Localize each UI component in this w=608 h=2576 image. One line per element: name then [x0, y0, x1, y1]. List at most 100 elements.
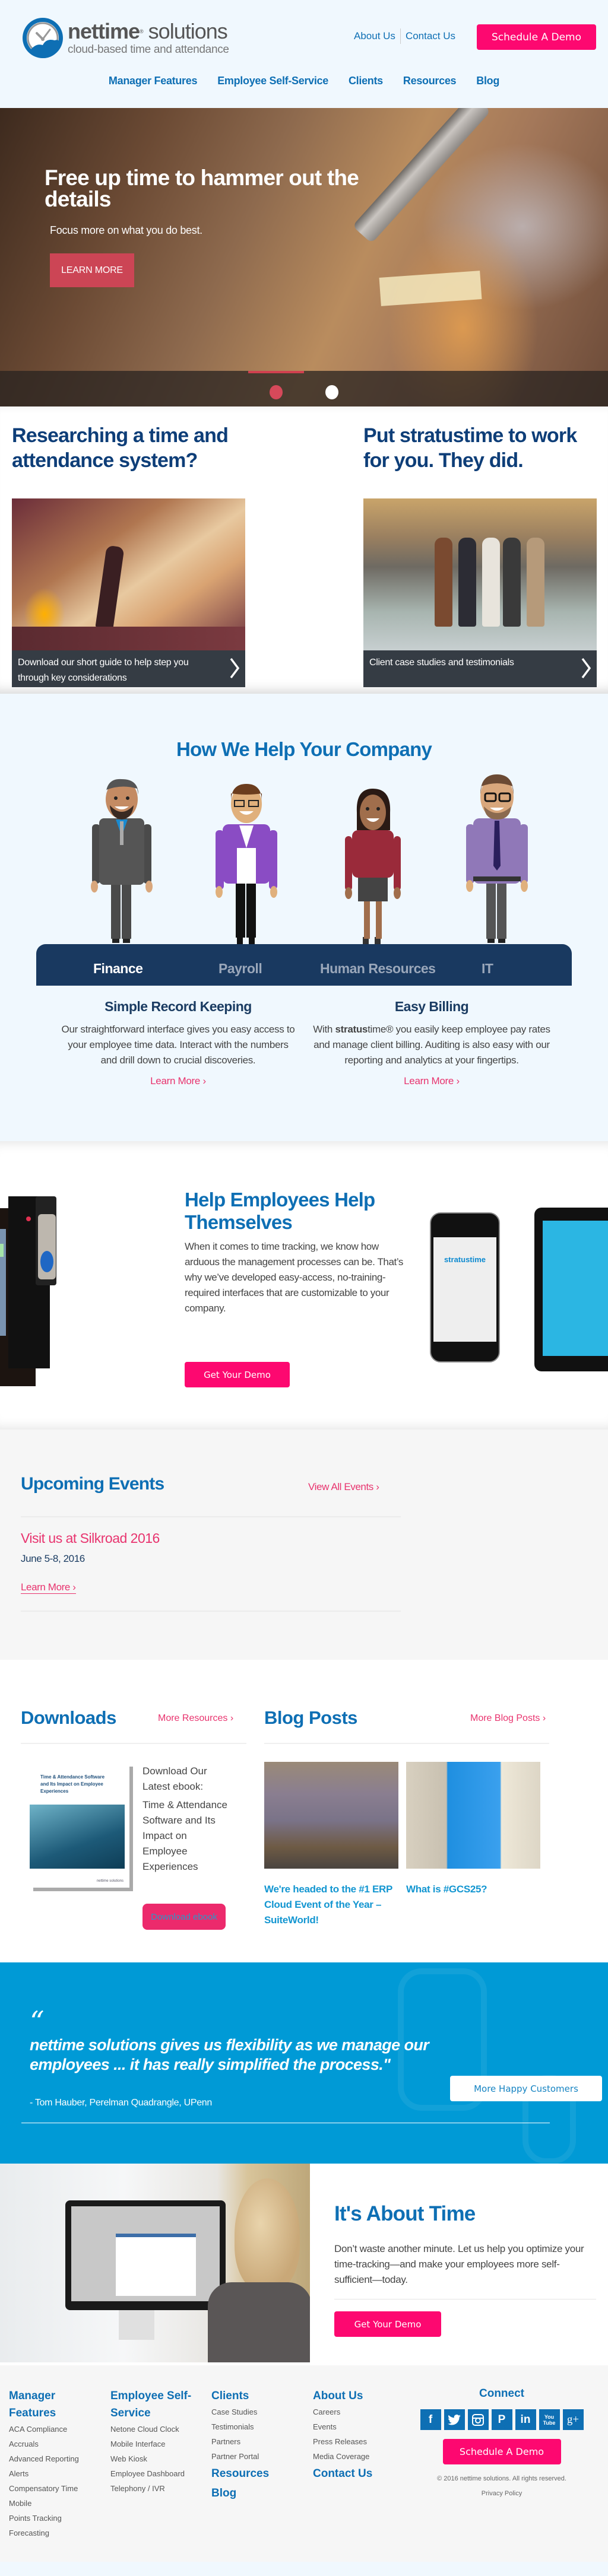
divider: [400, 28, 401, 44]
pinterest-icon[interactable]: P: [491, 2409, 512, 2430]
tab-content: Simple Record Keeping Our straightforwar…: [0, 986, 608, 1141]
footer-heading-resources[interactable]: Resources: [211, 2465, 300, 2482]
blog-post-title: We're headed to the #1 ERP Cloud Event o…: [264, 1883, 392, 1926]
footer-link[interactable]: Web Kiosk: [110, 2451, 200, 2466]
footer-link[interactable]: Advanced Reporting: [9, 2451, 98, 2466]
twitter-icon[interactable]: [444, 2409, 465, 2430]
slide-progress-bar: [248, 371, 304, 373]
hero-title: Free up time to hammer out the details: [45, 166, 359, 211]
download-ebook-button[interactable]: Download ebook: [142, 1904, 226, 1930]
blog-post-card[interactable]: We're headed to the #1 ERP Cloud Event o…: [264, 1762, 398, 1928]
footer-link[interactable]: Press Releases: [313, 2434, 402, 2449]
learn-more-button[interactable]: LEARN MORE: [50, 253, 134, 287]
get-demo-button[interactable]: Get Your Demo: [185, 1362, 290, 1387]
case-studies-caption: Client case studies and testimonials: [363, 650, 597, 687]
footer-link[interactable]: Mobile: [9, 2496, 98, 2511]
more-happy-customers-button[interactable]: More Happy Customers: [450, 2076, 602, 2101]
learn-more-link[interactable]: Learn More ›: [404, 1075, 460, 1087]
tablet-kiosk-image: [534, 1208, 608, 1371]
footer-link[interactable]: Testimonials: [211, 2419, 300, 2434]
it-person-illustration: [466, 774, 528, 943]
guide-download-card[interactable]: Download our short guide to help step yo…: [12, 498, 245, 687]
ebook-cover-image[interactable]: Time & Attendance Software and Its Impac…: [30, 1763, 129, 1888]
nav-resources[interactable]: Resources: [403, 75, 457, 87]
footer-link[interactable]: Case Studies: [211, 2405, 300, 2419]
hr-person-illustration: [345, 789, 401, 945]
linkedin-icon[interactable]: in: [515, 2409, 536, 2430]
utility-links: About Us Contact Us: [354, 28, 455, 44]
footer-heading-contact-us[interactable]: Contact Us: [313, 2465, 402, 2482]
footer-link[interactable]: Careers: [313, 2405, 402, 2419]
employee-self-service-section: Help Employees Help Themselves When it c…: [0, 1141, 608, 1430]
nav-employee-self-service[interactable]: Employee Self-Service: [217, 75, 328, 87]
view-all-events-link[interactable]: View All Events ›: [308, 1481, 379, 1493]
schedule-demo-button[interactable]: Schedule A Demo: [477, 24, 596, 50]
footer-link[interactable]: Forecasting: [9, 2526, 98, 2540]
downloads-title: Downloads: [21, 1707, 116, 1728]
google-plus-icon[interactable]: g+: [562, 2409, 584, 2430]
man-walking-image: [12, 498, 245, 650]
facebook-icon[interactable]: f: [420, 2409, 441, 2430]
blog-title: Blog Posts: [264, 1707, 357, 1728]
privacy-policy-link[interactable]: Privacy Policy: [416, 2490, 588, 2497]
footer-link[interactable]: Compensatory Time: [9, 2481, 98, 2496]
footer-link[interactable]: Media Coverage: [313, 2449, 402, 2464]
footer-link[interactable]: Employee Dashboard: [110, 2466, 200, 2481]
more-resources-link[interactable]: More Resources ›: [158, 1713, 233, 1724]
footer-heading[interactable]: Employee Self-Service: [110, 2387, 200, 2422]
blog-post-card[interactable]: What is #GCS25?: [406, 1762, 540, 1897]
tab-human-resources[interactable]: Human Resources: [320, 961, 436, 977]
footer-heading[interactable]: Manager Features: [9, 2387, 98, 2422]
feature-easy-billing: Easy Billing With stratustime® you easil…: [313, 999, 550, 1087]
tab-it[interactable]: IT: [482, 961, 493, 977]
carousel-dot-1[interactable]: [270, 385, 283, 399]
footer-col-about-us: About Us Careers Events Press Releases M…: [313, 2387, 402, 2482]
tab-finance[interactable]: Finance: [93, 961, 143, 977]
woman-at-computer-image: [0, 2164, 310, 2362]
connect-block: Connect f P in You Tube g+ Schedule A Dem…: [416, 2387, 588, 2497]
events-title: Upcoming Events: [21, 1474, 164, 1494]
nav-blog[interactable]: Blog: [476, 75, 499, 87]
testimonial-author: - Tom Hauber, Perelman Quadrangle, UPenn: [30, 2098, 212, 2108]
footer-link[interactable]: ACA Compliance: [9, 2422, 98, 2437]
guide-caption: Download our short guide to help step yo…: [12, 650, 245, 687]
about-us-link[interactable]: About Us: [354, 30, 395, 42]
feature-simple-record-keeping: Simple Record Keeping Our straightforwar…: [59, 999, 297, 1087]
footer-heading[interactable]: About Us: [313, 2387, 402, 2405]
footer-link[interactable]: Netone Cloud Clock: [110, 2422, 200, 2437]
building-statue-image: [406, 1762, 540, 1869]
nav-manager-features[interactable]: Manager Features: [109, 75, 198, 87]
ebook-cover-logo: nettime solutions: [96, 1879, 124, 1883]
learn-more-link[interactable]: Learn More ›: [150, 1075, 206, 1087]
get-demo-button[interactable]: Get Your Demo: [334, 2311, 441, 2337]
instagram-icon[interactable]: [467, 2409, 489, 2430]
footer-link[interactable]: Partners: [211, 2434, 300, 2449]
tab-payroll[interactable]: Payroll: [218, 961, 262, 977]
people-walking-image: [363, 498, 597, 650]
carousel-dot-2[interactable]: [325, 385, 338, 399]
ebook-cover-photo: [30, 1805, 125, 1869]
footer-link[interactable]: Telephony / IVR: [110, 2481, 200, 2496]
footer-link[interactable]: Partner Portal: [211, 2449, 300, 2464]
footer-link[interactable]: Mobile Interface: [110, 2437, 200, 2451]
footer-heading-blog[interactable]: Blog: [211, 2485, 300, 2502]
footer-heading[interactable]: Clients: [211, 2387, 300, 2405]
footer-link[interactable]: Alerts: [9, 2466, 98, 2481]
schedule-demo-button[interactable]: Schedule A Demo: [442, 2439, 561, 2464]
logo-link[interactable]: nettime® solutions cloud-based time and …: [21, 17, 229, 59]
footer-link[interactable]: Accruals: [9, 2437, 98, 2451]
more-blog-posts-link[interactable]: More Blog Posts ›: [470, 1713, 546, 1724]
testimonial-quote: nettime solutions gives us flexibility a…: [30, 2036, 429, 2073]
event-learn-more-link[interactable]: Learn More ›: [21, 1581, 76, 1594]
footer-link[interactable]: Points Tracking: [9, 2511, 98, 2526]
hero-subtitle: Focus more on what you do best.: [50, 224, 202, 236]
case-studies-card[interactable]: Client case studies and testimonials: [363, 498, 597, 687]
event-title-link[interactable]: Visit us at Silkroad 2016: [21, 1530, 160, 1546]
nav-clients[interactable]: Clients: [349, 75, 383, 87]
footer-col-employee-self-service: Employee Self-Service Netone Cloud Clock…: [110, 2387, 200, 2496]
footer-link[interactable]: Events: [313, 2419, 402, 2434]
promo-section: Researching a time and attendance system…: [0, 406, 608, 694]
contact-us-link[interactable]: Contact Us: [406, 30, 455, 42]
event-date: June 5-8, 2016: [21, 1553, 85, 1564]
youtube-icon[interactable]: You Tube: [539, 2409, 560, 2430]
